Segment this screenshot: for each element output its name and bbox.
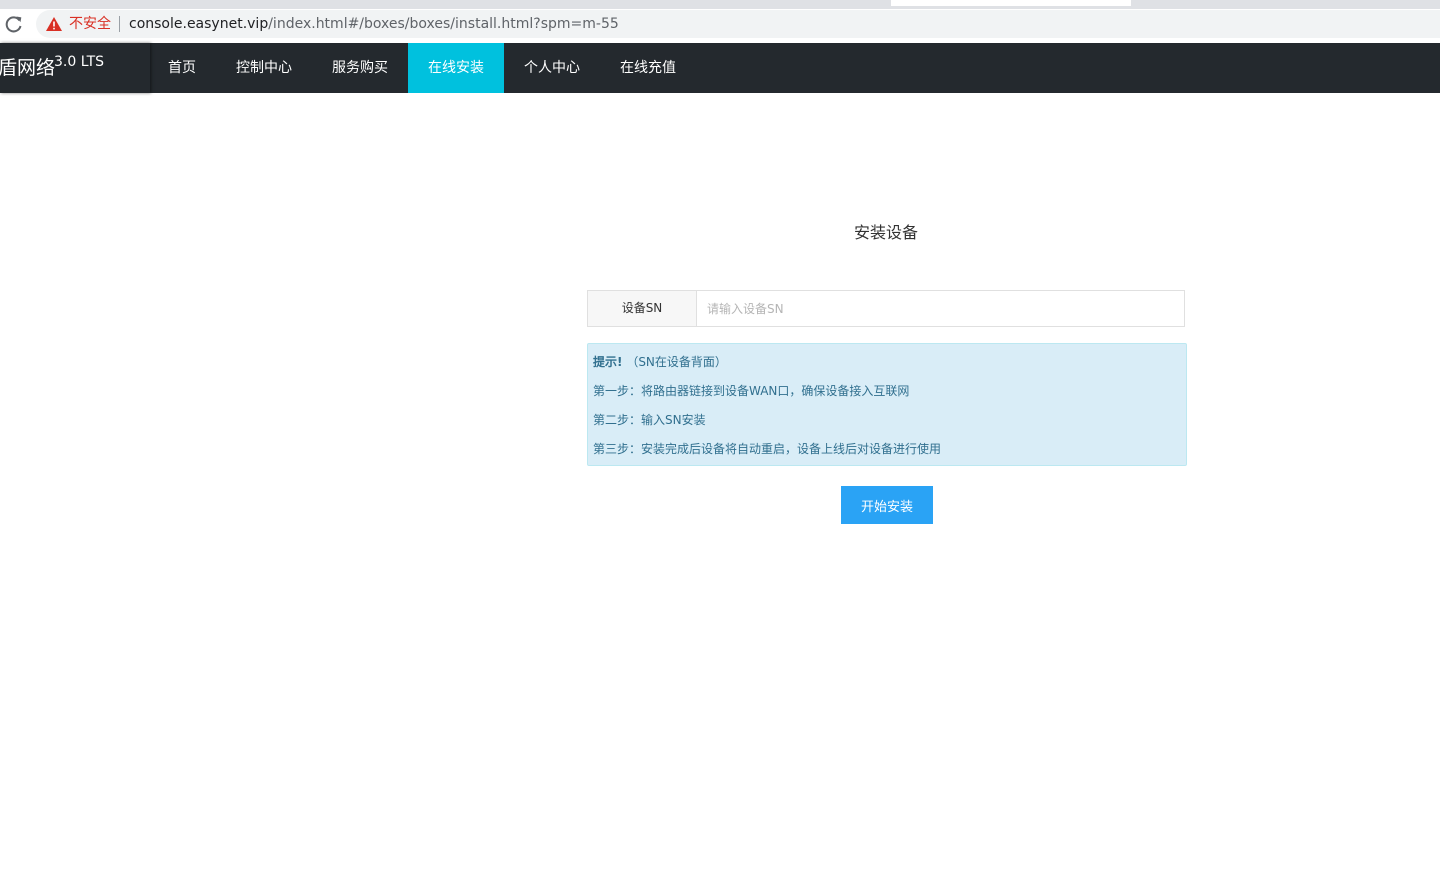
browser-tab-strip: [0, 0, 1440, 9]
nav-item-home[interactable]: 首页: [150, 43, 214, 93]
brand-version: 3.0 LTS: [54, 54, 105, 70]
tip-heading-note: （SN在设备背面）: [626, 355, 727, 369]
reload-icon[interactable]: [4, 14, 24, 34]
start-install-button[interactable]: 开始安装: [841, 486, 933, 524]
page-title: 安装设备: [853, 223, 918, 242]
browser-toolbar: 不安全 console.easynet.vip/index.html#/boxe…: [0, 9, 1440, 42]
security-status[interactable]: 不安全: [69, 15, 111, 33]
nav-item-purchase[interactable]: 服务购买: [312, 43, 408, 93]
warning-icon: [46, 17, 62, 31]
address-bar[interactable]: 不安全 console.easynet.vip/index.html#/boxe…: [36, 10, 1440, 38]
browser-active-tab[interactable]: [891, 0, 1131, 6]
nav-item-control-center[interactable]: 控制中心: [214, 43, 314, 93]
url-host: console.easynet.vip: [129, 16, 269, 32]
brand-name: 盾网络: [0, 57, 56, 79]
sn-input[interactable]: [697, 291, 1184, 326]
nav-item-personal-center[interactable]: 个人中心: [504, 43, 600, 93]
tip-alert: 提示! （SN在设备背面） 第一步：将路由器链接到设备WAN口，确保设备接入互联…: [587, 343, 1187, 466]
top-navbar: 盾网络 3.0 LTS 首页 控制中心 服务购买 在线安装 个人中心 在线充值: [0, 43, 1440, 93]
tip-heading-line: 提示! （SN在设备背面）: [593, 353, 727, 371]
url-text[interactable]: console.easynet.vip/index.html#/boxes/bo…: [129, 15, 619, 33]
tip-step-3: 第三步：安装完成后设备将自动重启，设备上线后对设备进行使用: [593, 442, 942, 456]
tip-heading: 提示!: [593, 355, 623, 369]
url-path: /index.html#/boxes/boxes/install.html?sp…: [268, 16, 619, 32]
nav-item-online-install[interactable]: 在线安装: [408, 43, 504, 93]
address-separator: [119, 16, 120, 32]
nav-item-recharge[interactable]: 在线充值: [600, 43, 696, 93]
tip-step-1: 第一步：将路由器链接到设备WAN口，确保设备接入互联网: [593, 384, 910, 398]
tip-step-2: 第二步：输入SN安装: [593, 413, 706, 427]
sn-input-group: 设备SN: [587, 290, 1185, 327]
sn-label: 设备SN: [588, 291, 697, 326]
brand[interactable]: 盾网络 3.0 LTS: [0, 43, 150, 93]
